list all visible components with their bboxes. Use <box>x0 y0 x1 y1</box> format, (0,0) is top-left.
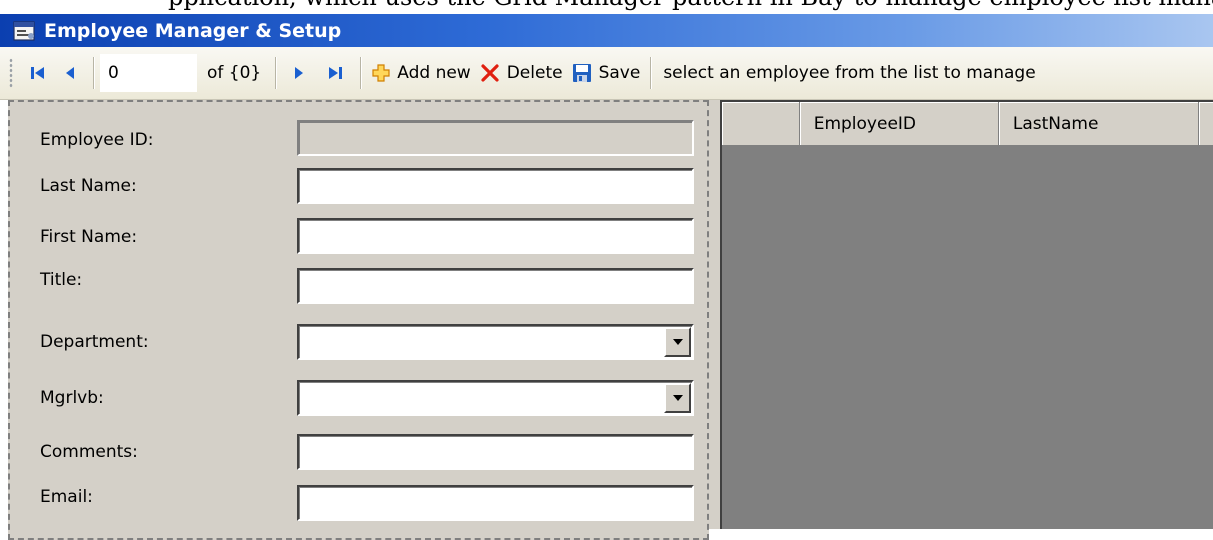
next-record-icon <box>295 67 304 79</box>
employee-detail-panel: Employee ID: Last Name: First Name: Titl… <box>8 100 709 540</box>
email-row: Email: <box>10 485 710 525</box>
email-label: Email: <box>40 487 93 507</box>
department-dropdown-button[interactable] <box>664 327 691 357</box>
last-name-field[interactable] <box>297 168 694 204</box>
title-label: Title: <box>40 270 83 290</box>
first-name-row: First Name: <box>10 218 710 258</box>
first-name-field[interactable] <box>297 218 694 254</box>
column-header-employeeid[interactable]: EmployeeID <box>799 102 999 146</box>
mgrlvb-dropdown[interactable] <box>297 380 694 416</box>
column-header-lastname[interactable]: LastName <box>998 102 1199 146</box>
row-header-cell[interactable] <box>722 102 800 146</box>
add-new-button[interactable]: Add new <box>367 56 474 90</box>
move-previous-button[interactable] <box>53 56 87 90</box>
title-field[interactable] <box>297 268 694 304</box>
department-row: Department: <box>10 324 710 364</box>
comments-label: Comments: <box>40 442 138 462</box>
save-label: Save <box>598 63 641 83</box>
delete-icon <box>481 64 499 82</box>
employee-id-field <box>297 120 694 156</box>
page-text-fragment: pplication, which uses the Grid Manager … <box>0 0 1213 14</box>
record-count-label: of {0} <box>207 63 262 83</box>
add-new-label: Add new <box>397 63 471 83</box>
chevron-down-icon <box>672 395 683 401</box>
title-input[interactable] <box>299 270 692 302</box>
window-titlebar: Employee Manager & Setup <box>0 14 1213 47</box>
last-name-label: Last Name: <box>40 176 137 196</box>
comments-row: Comments: <box>10 434 710 474</box>
save-button[interactable]: Save <box>567 56 645 90</box>
comments-field[interactable] <box>297 434 694 470</box>
previous-record-icon <box>66 67 74 79</box>
last-name-input[interactable] <box>299 170 692 202</box>
toolbar-grip[interactable] <box>9 58 13 88</box>
department-label: Department: <box>40 332 149 352</box>
last-record-icon <box>329 67 343 79</box>
employee-grid[interactable]: EmployeeID LastName <box>720 100 1213 529</box>
toolbar-separator <box>650 57 652 89</box>
panel-splitter[interactable] <box>709 100 720 529</box>
grid-header: EmployeeID LastName <box>722 102 1213 146</box>
mgrlvb-value[interactable] <box>299 382 692 414</box>
window-title: Employee Manager & Setup <box>44 19 342 42</box>
employee-id-label: Employee ID: <box>40 130 154 150</box>
department-value[interactable] <box>299 326 692 358</box>
comments-input[interactable] <box>299 436 692 468</box>
toolbar-separator <box>275 57 277 89</box>
page-text: pplication, which uses the Grid Manager … <box>168 0 1213 11</box>
email-input[interactable] <box>299 487 692 519</box>
mgrlvb-dropdown-button[interactable] <box>664 383 691 413</box>
last-name-row: Last Name: <box>10 168 710 208</box>
department-dropdown[interactable] <box>297 324 694 360</box>
delete-button[interactable]: Delete <box>475 56 567 90</box>
move-first-button[interactable] <box>23 56 53 90</box>
email-field[interactable] <box>297 485 694 521</box>
column-header-overflow <box>1198 102 1213 146</box>
delete-label: Delete <box>506 63 563 83</box>
toolbar-hint-label: select an employee from the list to mana… <box>663 63 1036 83</box>
toolbar-separator <box>360 57 362 89</box>
employee-id-input <box>299 122 692 154</box>
app-window-icon <box>13 20 35 41</box>
position-input[interactable] <box>100 54 197 92</box>
first-record-icon <box>31 67 44 79</box>
mgrlvb-label: Mgrlvb: <box>40 388 104 408</box>
toolbar-separator <box>93 57 94 89</box>
employee-id-row: Employee ID: <box>10 120 710 160</box>
title-row: Title: <box>10 268 710 308</box>
move-next-button[interactable] <box>282 56 316 90</box>
move-last-button[interactable] <box>316 56 354 90</box>
add-icon <box>372 64 390 82</box>
first-name-input[interactable] <box>299 220 692 252</box>
chevron-down-icon <box>672 339 683 345</box>
binding-navigator-toolbar: of {0} Add new Delete Save select <box>0 47 1213 100</box>
mgrlvb-row: Mgrlvb: <box>10 380 710 420</box>
save-icon <box>572 64 591 82</box>
first-name-label: First Name: <box>40 227 138 247</box>
